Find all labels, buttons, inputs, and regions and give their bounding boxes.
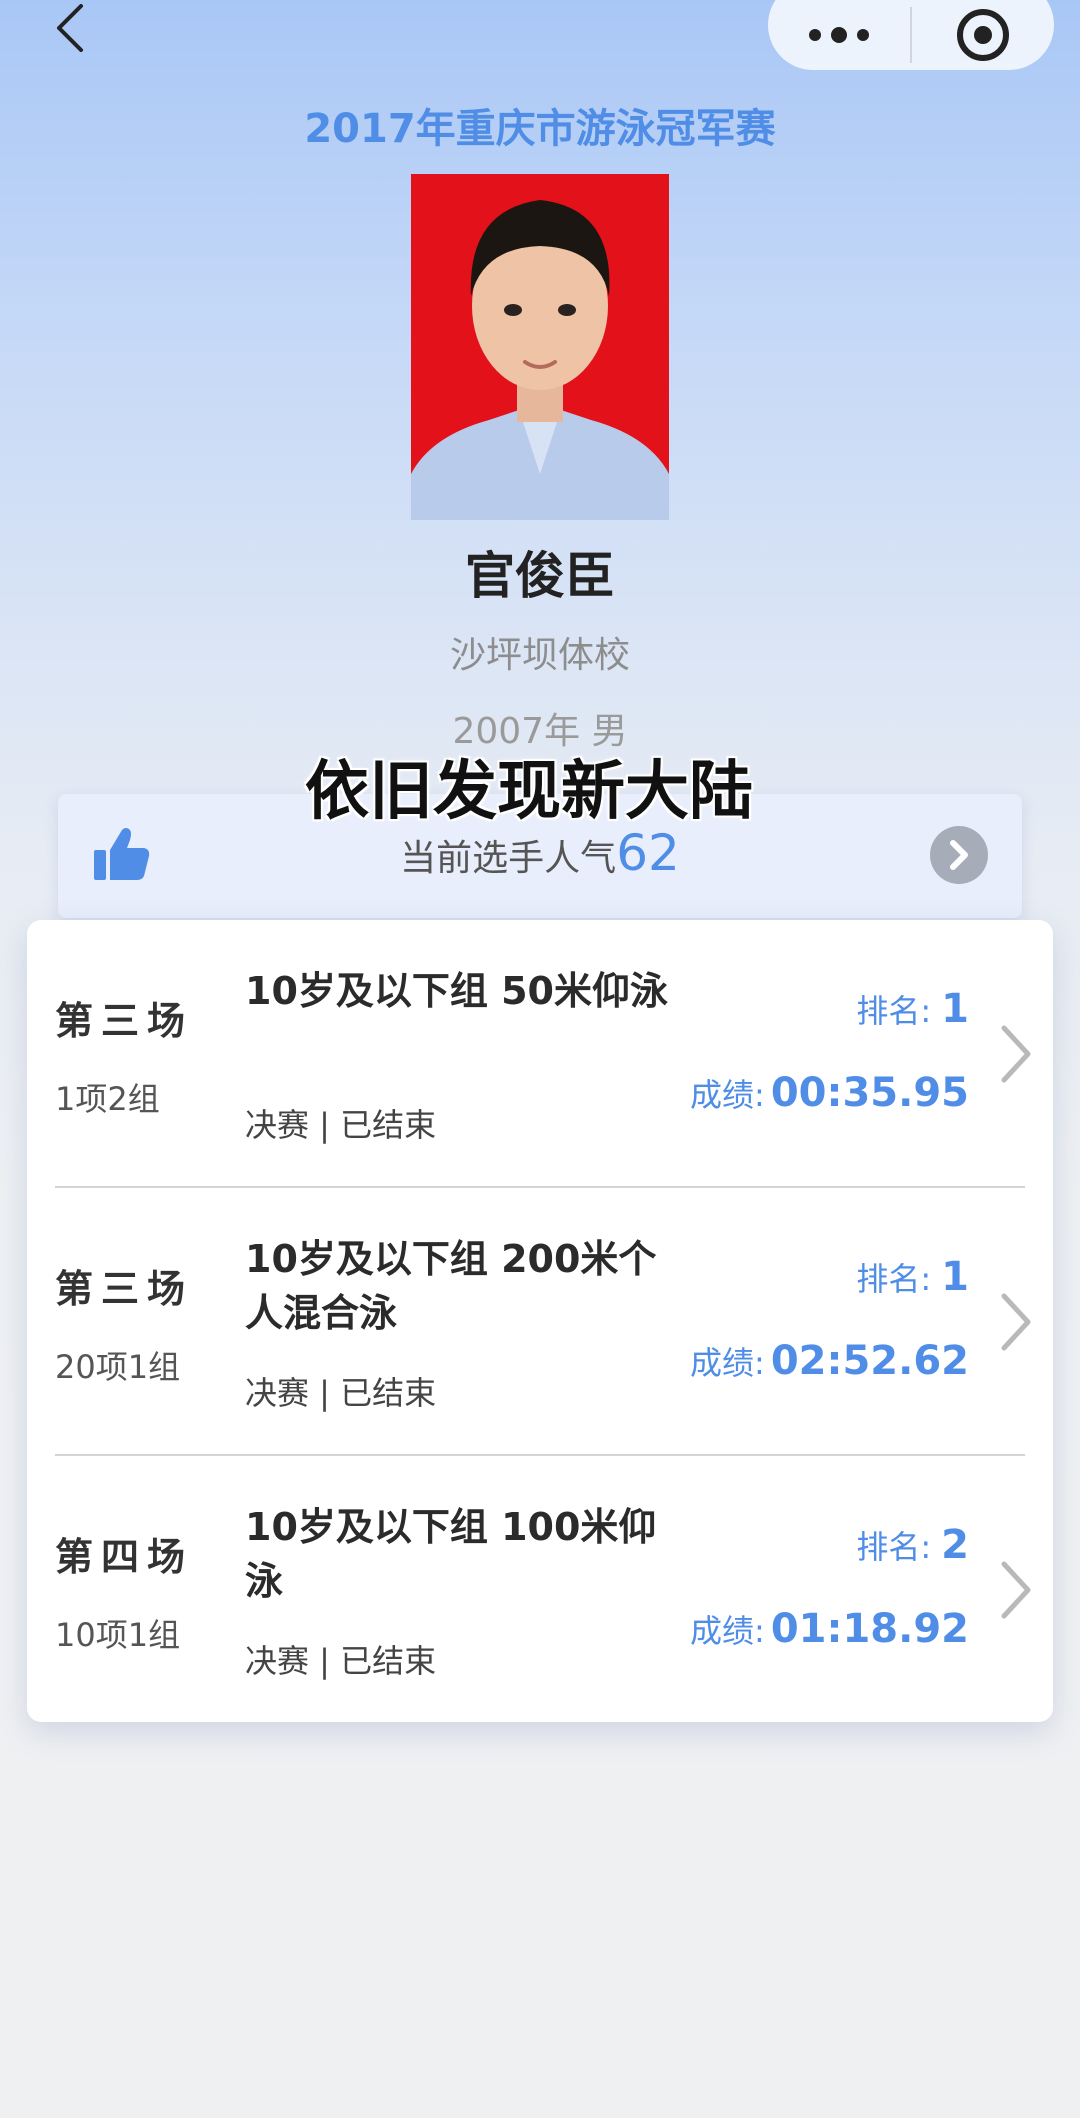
group-label: 1项2组 <box>55 1080 160 1118</box>
event-status: 决赛 | 已结束 <box>245 1374 437 1412</box>
score-info: 成绩: 02:52.62 <box>690 1338 969 1384</box>
result-row[interactable]: 第四场 10项1组 10岁及以下组 100米仰泳 决赛 | 已结束 排名: 2 成… <box>27 1456 1053 1724</box>
chevron-right-icon <box>1001 1025 1031 1083</box>
score-value: 02:52.62 <box>770 1338 969 1384</box>
rank-label: 排名: <box>856 1528 932 1566</box>
score-value: 01:18.92 <box>770 1606 969 1652</box>
close-button[interactable] <box>912 0 1054 70</box>
chevron-right-icon <box>1001 1293 1031 1351</box>
competition-title: 2017年重庆市游泳冠军赛 <box>304 106 776 152</box>
score-value: 00:35.95 <box>770 1070 969 1116</box>
more-dots-icon <box>809 27 869 43</box>
score-label: 成绩: <box>690 1612 765 1650</box>
popularity-go-button[interactable] <box>930 826 988 884</box>
back-button[interactable] <box>48 0 92 56</box>
event-name: 10岁及以下组 200米个人混合泳 <box>245 1237 657 1335</box>
popularity-text: 当前选手人气62 <box>58 824 1022 882</box>
more-button[interactable] <box>768 0 910 70</box>
athlete-school: 沙坪坝体校 <box>449 635 630 676</box>
group-label: 10项1组 <box>55 1616 181 1654</box>
rank-info: 排名: 1 <box>856 986 969 1032</box>
score-label: 成绩: <box>690 1344 765 1382</box>
session-label: 第四场 <box>55 1535 194 1579</box>
mini-program-capsule <box>768 0 1054 70</box>
rank-label: 排名: <box>856 1260 932 1298</box>
session-label: 第三场 <box>55 1267 194 1311</box>
watermark-caption: 依旧发现新大陆 <box>305 755 753 829</box>
rank-value: 1 <box>941 986 969 1032</box>
event-name: 10岁及以下组 50米仰泳 <box>245 969 668 1013</box>
chevron-left-icon <box>57 4 83 52</box>
group-label: 20项1组 <box>55 1348 181 1386</box>
rank-value: 2 <box>941 1522 969 1568</box>
score-info: 成绩: 00:35.95 <box>690 1070 969 1116</box>
rank-info: 排名: 1 <box>856 1254 969 1300</box>
rank-info: 排名: 2 <box>856 1522 969 1568</box>
chevron-right-icon <box>950 840 968 870</box>
result-row[interactable]: 第三场 20项1组 10岁及以下组 200米个人混合泳 决赛 | 已结束 排名:… <box>27 1188 1053 1456</box>
event-status: 决赛 | 已结束 <box>245 1642 437 1680</box>
rank-label: 排名: <box>856 992 932 1030</box>
target-circle-icon <box>957 9 1009 61</box>
chevron-right-icon <box>1001 1561 1031 1619</box>
rank-value: 1 <box>941 1254 969 1300</box>
athlete-name: 官俊臣 <box>465 547 615 605</box>
popularity-value: 62 <box>616 824 680 882</box>
score-info: 成绩: 01:18.92 <box>690 1606 969 1652</box>
score-label: 成绩: <box>690 1076 765 1114</box>
athlete-photo <box>411 174 669 520</box>
result-row[interactable]: 第三场 1项2组 10岁及以下组 50米仰泳 决赛 | 已结束 排名: 1 成绩:… <box>27 920 1053 1188</box>
session-label: 第三场 <box>55 999 194 1043</box>
results-card: 第三场 1项2组 10岁及以下组 50米仰泳 决赛 | 已结束 排名: 1 成绩:… <box>27 920 1053 1722</box>
popularity-label: 当前选手人气 <box>400 838 617 879</box>
event-name: 10岁及以下组 100米仰泳 <box>245 1505 657 1603</box>
event-status: 决赛 | 已结束 <box>245 1106 437 1144</box>
